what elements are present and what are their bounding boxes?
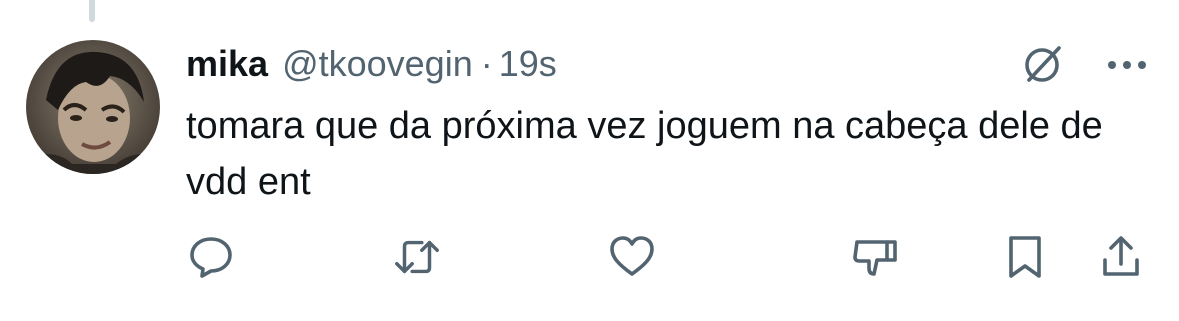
bookmark-icon[interactable] bbox=[1000, 232, 1050, 282]
dislike-icon[interactable] bbox=[850, 232, 900, 282]
avatar[interactable] bbox=[26, 40, 160, 174]
retweet-icon[interactable] bbox=[392, 232, 442, 282]
user-handle[interactable]: @tkoovegin bbox=[282, 43, 473, 85]
like-icon[interactable] bbox=[607, 232, 657, 282]
header-actions bbox=[1019, 40, 1147, 93]
timestamp[interactable]: 19s bbox=[499, 43, 557, 85]
tweet-card[interactable]: mika @tkoovegin · 19s tomara que da próx… bbox=[0, 0, 1179, 321]
tweet-header: mika @tkoovegin · 19s bbox=[186, 36, 557, 92]
share-icon[interactable] bbox=[1096, 232, 1146, 282]
grok-icon[interactable] bbox=[1019, 40, 1067, 93]
more-icon[interactable] bbox=[1107, 58, 1147, 76]
separator-dot: · bbox=[480, 43, 493, 84]
tweet-actions bbox=[186, 232, 1146, 282]
reply-icon[interactable] bbox=[186, 232, 236, 282]
tweet-text: tomara que da próxima vez joguem na cabe… bbox=[186, 105, 1103, 203]
display-name[interactable]: mika bbox=[186, 43, 268, 85]
thread-line bbox=[89, 0, 95, 22]
